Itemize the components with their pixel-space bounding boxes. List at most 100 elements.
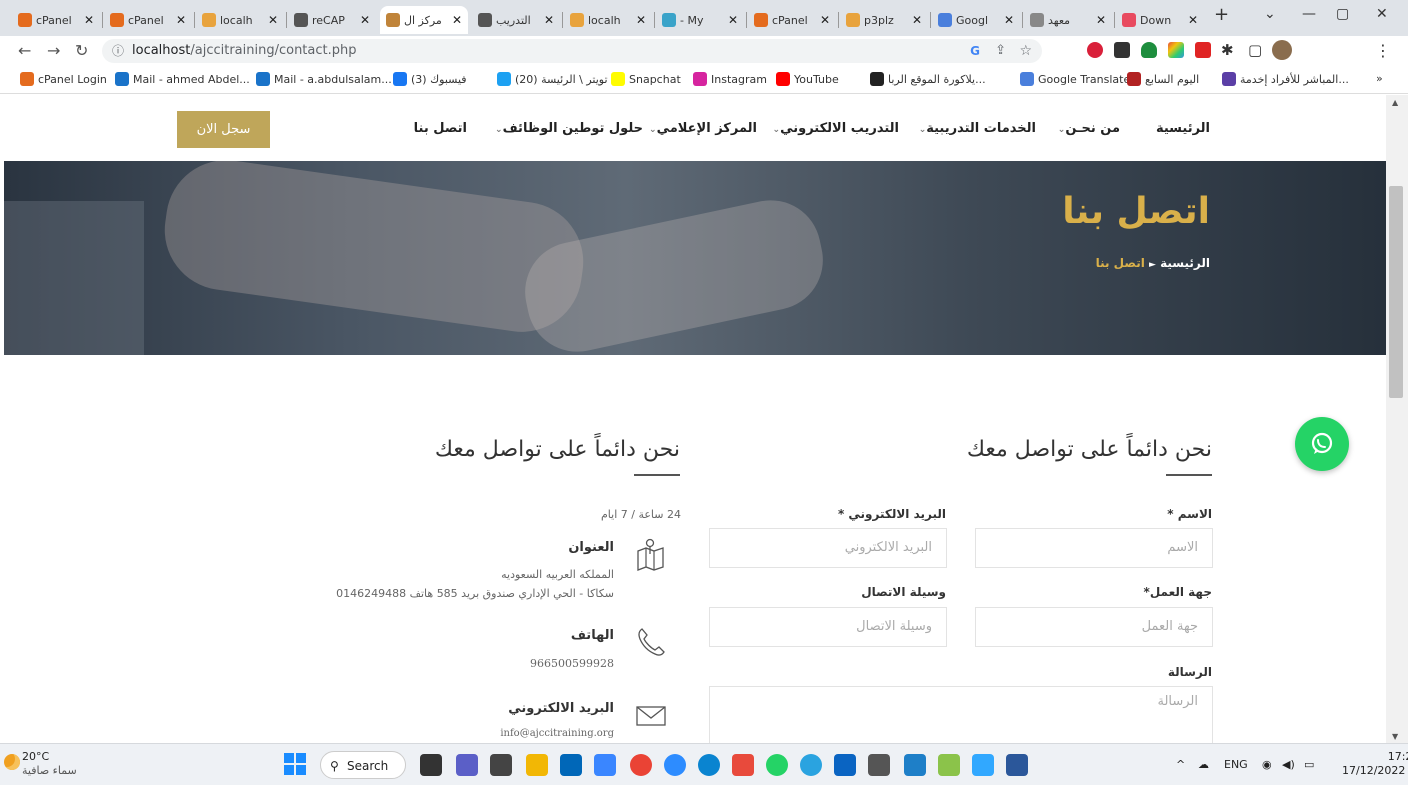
name-input[interactable]: الاسم [975, 528, 1213, 568]
browser-tab[interactable]: - My ✕ [656, 6, 744, 34]
extension-icon[interactable] [1168, 42, 1184, 58]
telegram-icon[interactable] [800, 754, 822, 776]
language-indicator[interactable]: ENG [1224, 758, 1248, 771]
email-value[interactable]: info@ajccitraining.org [500, 728, 614, 739]
tab-close-icon[interactable]: ✕ [176, 13, 186, 27]
close-window-icon[interactable]: ✕ [1376, 6, 1388, 22]
file-explorer-icon[interactable] [526, 754, 548, 776]
extension-icon[interactable] [1114, 42, 1130, 58]
tab-close-icon[interactable]: ✕ [84, 13, 94, 27]
store-icon[interactable] [560, 754, 582, 776]
edge-icon[interactable] [698, 754, 720, 776]
minimize-icon[interactable]: — [1302, 6, 1316, 22]
register-button[interactable]: سجل الان [177, 111, 270, 148]
message-textarea[interactable]: الرسالة [709, 686, 1213, 743]
nav-item-elearning[interactable]: التدريب الالكتروني⌄ [773, 121, 899, 136]
browser-tab[interactable]: التدريب ✕ [472, 6, 560, 34]
bookmark-item[interactable]: Mail - ahmed Abdel... [115, 72, 250, 86]
puzzle-icon[interactable]: ✱ [1221, 41, 1234, 59]
reload-icon[interactable]: ↻ [75, 41, 88, 60]
forward-icon[interactable]: → [47, 41, 60, 60]
sidepanel-icon[interactable]: ▢ [1248, 41, 1262, 59]
browser-tab[interactable]: cPanel ✕ [748, 6, 836, 34]
org-input[interactable]: جهة العمل [975, 607, 1213, 647]
bookmark-star-icon[interactable]: ☆ [1019, 39, 1032, 63]
browser-tab[interactable]: reCAP ✕ [288, 6, 376, 34]
email-input[interactable]: البريد الالكتروني [709, 528, 947, 568]
tab-close-icon[interactable]: ✕ [360, 13, 370, 27]
browser-tab[interactable]: localh ✕ [564, 6, 652, 34]
clock[interactable]: 17:27 17/12/2022 [1342, 750, 1408, 778]
bookmark-item[interactable]: YouTube [776, 72, 839, 86]
browser-tab[interactable]: Down ✕ [1116, 6, 1204, 34]
bookmark-item[interactable]: يلاكورة الموقع الربا... [870, 72, 986, 86]
extension-icon[interactable] [1087, 42, 1103, 58]
widgets-icon[interactable] [490, 754, 512, 776]
nav-item-about[interactable]: من نحـن⌄ [1058, 121, 1120, 136]
cloud-icon[interactable]: ☁ [1198, 758, 1209, 771]
zoom-icon[interactable] [664, 754, 686, 776]
nav-item-home[interactable]: الرئيسية [1156, 121, 1210, 136]
tab-close-icon[interactable]: ✕ [636, 13, 646, 27]
nav-item-contact[interactable]: اتصل بنا [414, 121, 467, 136]
address-bar[interactable]: ⓘ localhost/ajccitraining/contact.php G … [102, 39, 1042, 63]
scroll-down-icon[interactable]: ▼ [1392, 732, 1398, 741]
scrollbar-thumb[interactable] [1389, 186, 1403, 398]
word-icon[interactable] [1006, 754, 1028, 776]
photoshop-icon[interactable] [972, 754, 994, 776]
calculator-icon[interactable] [868, 754, 890, 776]
bookmark-item[interactable]: Mail - a.abdulsalam... [256, 72, 392, 86]
tab-close-icon[interactable]: ✕ [1188, 13, 1198, 27]
scroll-up-icon[interactable]: ▲ [1392, 98, 1398, 107]
tab-close-icon[interactable]: ✕ [728, 13, 738, 27]
browser-tab[interactable]: cPanel ✕ [12, 6, 100, 34]
browser-tab[interactable]: معهد ✕ [1024, 6, 1112, 34]
whatsapp-button[interactable] [1295, 417, 1349, 471]
tab-close-icon[interactable]: ✕ [1096, 13, 1106, 27]
nav-item-training-services[interactable]: الخدمات التدريبية⌄ [919, 121, 1036, 136]
share-icon[interactable]: ⇪ [995, 39, 1006, 63]
bookmark-item[interactable]: Google Translate [1020, 72, 1130, 86]
tab-search-icon[interactable]: ⌄ [1264, 6, 1276, 22]
breadcrumb-home[interactable]: الرئيسية [1160, 256, 1210, 270]
tab-close-icon[interactable]: ✕ [820, 13, 830, 27]
info-icon[interactable]: ⓘ [112, 39, 124, 63]
new-tab-button[interactable]: + [1214, 4, 1229, 25]
paint-icon[interactable] [938, 754, 960, 776]
outlook-icon[interactable] [834, 754, 856, 776]
pdf-icon[interactable] [1195, 42, 1211, 58]
tab-close-icon[interactable]: ✕ [912, 13, 922, 27]
tab-close-icon[interactable]: ✕ [544, 13, 554, 27]
browser-tab[interactable]: p3plz ✕ [840, 6, 928, 34]
profile-avatar[interactable] [1272, 40, 1292, 60]
volume-icon[interactable]: ◀) [1282, 758, 1295, 771]
chrome-icon[interactable] [630, 754, 652, 776]
contact-method-input[interactable]: وسيلة الاتصال [709, 607, 947, 647]
nav-item-media-center[interactable]: المركز الإعلامي⌄ [649, 121, 757, 136]
bookmark-item[interactable]: المباشر للأفراد إخدمة... [1222, 72, 1349, 86]
maximize-icon[interactable]: ▢ [1336, 6, 1349, 22]
bookmark-item[interactable]: تويتر \ الرئيسة (20) [497, 72, 608, 86]
bookmark-item[interactable]: cPanel Login [20, 72, 107, 86]
bookmark-item[interactable]: اليوم السابع [1127, 72, 1199, 86]
back-icon[interactable]: ← [18, 41, 31, 60]
shield-icon[interactable] [1141, 42, 1157, 58]
browser-tab[interactable]: Googl ✕ [932, 6, 1020, 34]
bookmark-item[interactable]: Instagram [693, 72, 767, 86]
taskbar-search[interactable]: ⚲ Search [320, 751, 406, 779]
app-icon[interactable] [732, 754, 754, 776]
tab-close-icon[interactable]: ✕ [268, 13, 278, 27]
chat-icon[interactable] [456, 754, 478, 776]
bookmarks-overflow-icon[interactable]: » [1376, 72, 1383, 85]
browser-tab[interactable]: cPanel ✕ [104, 6, 192, 34]
app-icon[interactable] [904, 754, 926, 776]
tab-close-icon[interactable]: ✕ [1004, 13, 1014, 27]
windows-start-icon[interactable] [284, 753, 306, 775]
menu-icon[interactable]: ⋮ [1375, 41, 1391, 60]
wifi-icon[interactable]: ◉ [1262, 758, 1272, 771]
whatsapp-app-icon[interactable] [766, 754, 788, 776]
browser-tab[interactable]: مركز ال ✕ [380, 6, 468, 34]
weather-widget[interactable]: 20°C سماء صافية [22, 750, 77, 778]
bookmark-item[interactable]: Snapchat [611, 72, 681, 86]
battery-icon[interactable]: ▭ [1304, 758, 1314, 771]
